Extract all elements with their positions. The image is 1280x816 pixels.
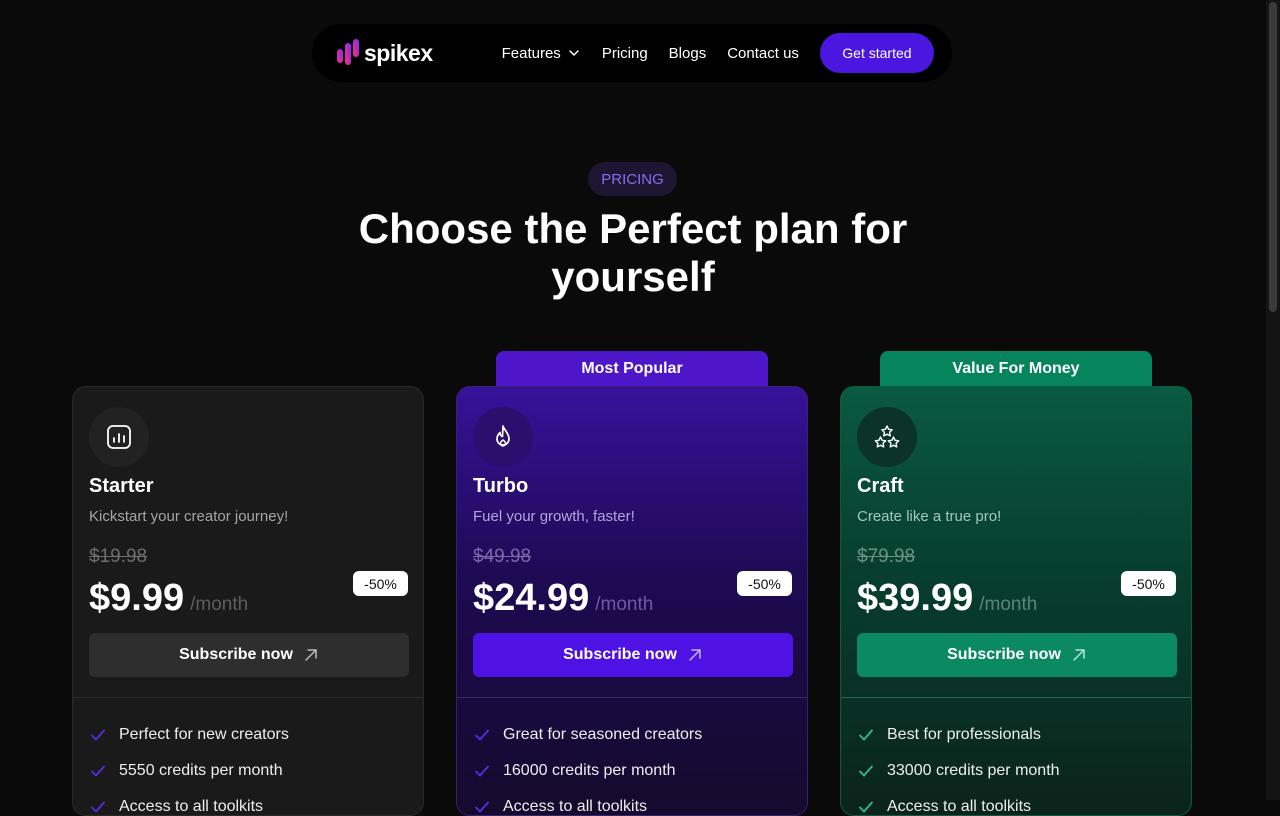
feature-list: Great for seasoned creators 16000 credit… <box>473 717 702 815</box>
plan-card-starter: Starter Kickstart your creator journey! … <box>72 386 424 816</box>
plan-icon-wrap <box>473 407 533 467</box>
price-period: /month <box>595 594 654 615</box>
check-icon <box>91 765 105 777</box>
feature-text: 5550 credits per month <box>119 762 283 779</box>
discount-badge: -50% <box>737 571 792 596</box>
stars-icon <box>874 425 900 448</box>
card-divider <box>73 697 423 698</box>
card-divider <box>841 697 1191 698</box>
subscribe-button-turbo[interactable]: Subscribe now <box>473 633 793 677</box>
check-icon <box>859 801 873 813</box>
plan-description: Kickstart your creator journey! <box>89 508 289 525</box>
price: $24.99 /month <box>473 577 653 620</box>
old-price: $19.98 <box>89 546 148 567</box>
check-icon <box>475 801 489 813</box>
nav-links: Features Pricing Blogs Contact us Get st… <box>502 33 934 73</box>
bar-chart-icon <box>107 425 131 449</box>
feature-text: Access to all toolkits <box>887 798 1032 815</box>
list-item: Access to all toolkits <box>89 789 289 815</box>
flame-icon <box>496 425 510 447</box>
list-item: 33000 credits per month <box>857 753 1060 789</box>
arrow-up-right-icon <box>689 649 701 661</box>
list-item: Access to all toolkits <box>473 789 702 815</box>
price-period: /month <box>190 594 249 615</box>
discount-badge: -50% <box>353 571 408 596</box>
feature-text: Perfect for new creators <box>119 726 289 743</box>
check-icon <box>91 729 105 741</box>
subscribe-label: Subscribe now <box>179 646 293 663</box>
check-icon <box>859 765 873 777</box>
pricing-badge: PRICING <box>588 162 677 196</box>
old-price: $79.98 <box>857 546 916 567</box>
list-item: Great for seasoned creators <box>473 717 702 753</box>
subscribe-button-starter[interactable]: Subscribe now <box>89 633 409 677</box>
check-icon <box>475 765 489 777</box>
feature-text: Access to all toolkits <box>119 798 264 815</box>
list-item: Access to all toolkits <box>857 789 1060 815</box>
nav-link-pricing[interactable]: Pricing <box>602 45 648 62</box>
price: $39.99 /month <box>857 577 1037 620</box>
most-popular-ribbon: Most Popular <box>496 351 768 387</box>
logo[interactable]: spikex <box>336 39 433 67</box>
feature-text: Access to all toolkits <box>503 798 648 815</box>
plan-card-craft: Craft Create like a true pro! $79.98 $39… <box>840 386 1192 816</box>
card-divider <box>457 697 807 698</box>
get-started-button[interactable]: Get started <box>819 33 934 73</box>
nav-link-blogs[interactable]: Blogs <box>669 45 707 62</box>
subscribe-label: Subscribe now <box>947 646 1061 663</box>
list-item: 5550 credits per month <box>89 753 289 789</box>
logo-icon <box>337 39 359 65</box>
title-line-2: yourself <box>551 253 715 300</box>
scrollbar-thumb[interactable] <box>1269 2 1277 312</box>
arrow-up-right-icon <box>1073 649 1085 661</box>
price-period: /month <box>979 594 1038 615</box>
chevron-down-icon <box>569 50 579 57</box>
plan-icon-wrap <box>89 407 149 467</box>
list-item: Perfect for new creators <box>89 717 289 753</box>
plan-description: Create like a true pro! <box>857 508 1002 525</box>
feature-text: 33000 credits per month <box>887 762 1060 779</box>
plan-name: Turbo <box>473 475 529 497</box>
top-nav: spikex Features Pricing Blogs Contact us… <box>312 24 952 82</box>
price: $9.99 /month <box>89 577 248 620</box>
title-line-1: Choose the Perfect plan for <box>358 205 908 252</box>
feature-list: Best for professionals 33000 credits per… <box>857 717 1060 815</box>
plan-icon-wrap <box>857 407 917 467</box>
discount-badge: -50% <box>1121 571 1176 596</box>
feature-text: 16000 credits per month <box>503 762 676 779</box>
price-amount: $39.99 <box>857 577 974 619</box>
check-icon <box>859 729 873 741</box>
plan-name: Craft <box>857 475 904 497</box>
nav-link-features[interactable]: Features <box>502 45 581 62</box>
feature-text: Great for seasoned creators <box>503 726 703 743</box>
plan-card-turbo: Turbo Fuel your growth, faster! $49.98 $… <box>456 386 808 816</box>
feature-list: Perfect for new creators 5550 credits pe… <box>89 717 289 815</box>
page-scrollbar[interactable] <box>1266 0 1280 800</box>
nav-link-label: Features <box>501 44 561 62</box>
page-title: Choose the Perfect plan for yourself <box>0 205 1266 301</box>
feature-text: Best for professionals <box>887 726 1041 743</box>
value-for-money-ribbon: Value For Money <box>880 351 1152 387</box>
plan-description: Fuel your growth, faster! <box>473 508 635 525</box>
old-price: $49.98 <box>473 546 532 567</box>
list-item: Best for professionals <box>857 717 1060 753</box>
subscribe-label: Subscribe now <box>563 646 677 663</box>
subscribe-button-craft[interactable]: Subscribe now <box>857 633 1177 677</box>
check-icon <box>91 801 105 813</box>
price-amount: $9.99 <box>89 577 185 619</box>
price-amount: $24.99 <box>473 577 590 619</box>
list-item: 16000 credits per month <box>473 753 702 789</box>
check-icon <box>475 729 489 741</box>
arrow-up-right-icon <box>305 649 317 661</box>
nav-link-contact[interactable]: Contact us <box>727 45 799 62</box>
logo-text: spikex <box>364 39 433 66</box>
plan-name: Starter <box>89 475 154 497</box>
